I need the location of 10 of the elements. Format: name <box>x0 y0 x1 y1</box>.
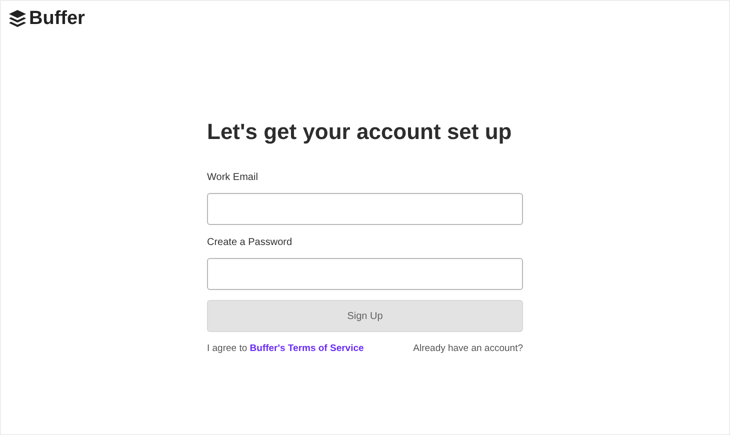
login-link[interactable]: Already have an account? <box>413 342 523 356</box>
input-field[interactable] <box>207 193 523 225</box>
terms-text: I agree to Buffer's Terms of Service <box>207 342 364 356</box>
logo-icon <box>9 10 26 28</box>
terms-link[interactable]: Buffer's Terms of Service <box>250 343 364 354</box>
field-label: Work Email <box>207 171 259 185</box>
logo-text: Buffer <box>29 9 85 28</box>
page-heading: Let's get your account set up <box>207 118 513 146</box>
input-field[interactable] <box>207 258 523 290</box>
field-label: Create a Password <box>207 236 294 250</box>
